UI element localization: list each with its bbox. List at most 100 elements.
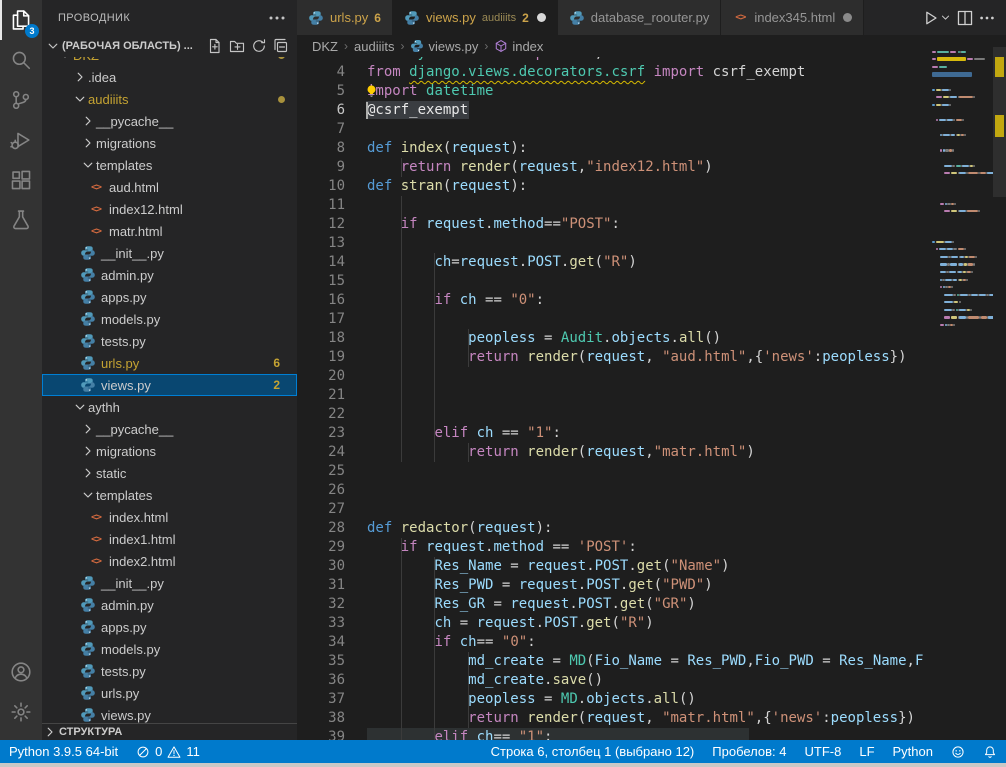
tree-item-index2.html[interactable]: <>index2.html: [42, 550, 297, 572]
tree-item-views.py[interactable]: views.py2: [42, 374, 297, 396]
outline-section-header[interactable]: СТРУКТУРА: [42, 723, 297, 740]
tree-item-__init__.py[interactable]: __init__.py: [42, 242, 297, 264]
code-line-20[interactable]: 20: [297, 367, 930, 386]
tree-item-DKZ[interactable]: DKZ: [42, 57, 297, 66]
activity-account[interactable]: [0, 652, 42, 692]
feedback-button[interactable]: [942, 740, 974, 763]
refresh-icon[interactable]: [251, 38, 267, 54]
code-line-19[interactable]: 19 return render(request, "aud.html",{'n…: [297, 348, 930, 367]
tree-item-migrations[interactable]: migrations: [42, 440, 297, 462]
tree-item-matr.html[interactable]: <>matr.html: [42, 220, 297, 242]
code-line-22[interactable]: 22: [297, 405, 930, 424]
dirty-indicator-icon[interactable]: [843, 13, 852, 22]
indentation[interactable]: Пробелов: 4: [703, 740, 795, 763]
tree-item-urls.py[interactable]: urls.py6: [42, 352, 297, 374]
split-editor-button[interactable]: [956, 9, 974, 27]
code-line-17[interactable]: 17: [297, 310, 930, 329]
activity-explorer[interactable]: 3: [0, 0, 42, 40]
code-line-30[interactable]: 30 Res_Name = request.POST.get("Name"): [297, 557, 930, 576]
tree-item-templates[interactable]: templates: [42, 154, 297, 176]
tab-database_roouter.py[interactable]: database_roouter.py: [558, 0, 722, 35]
tree-item-__init__.py[interactable]: __init__.py: [42, 572, 297, 594]
new-folder-icon[interactable]: [229, 38, 245, 54]
breadcrumb-item-audiiits[interactable]: audiiits: [354, 39, 394, 54]
tree-item-__pycache__[interactable]: __pycache__: [42, 418, 297, 440]
tree-item-urls.py[interactable]: urls.py: [42, 682, 297, 704]
code-line-27[interactable]: 27: [297, 500, 930, 519]
code-editor[interactable]: 3from aythh.models import MD,Audit4from …: [297, 57, 930, 740]
tree-item-index12.html[interactable]: <>index12.html: [42, 198, 297, 220]
code-line-38[interactable]: 38 return render(request, "matr.html",{'…: [297, 709, 930, 728]
code-line-9[interactable]: 9 return render(request,"index12.html"): [297, 158, 930, 177]
breadcrumb-item-index[interactable]: index: [494, 39, 543, 54]
collapse-all-icon[interactable]: [273, 38, 289, 54]
eol-selector[interactable]: LF: [850, 740, 883, 763]
new-file-icon[interactable]: [207, 38, 223, 54]
tab-urls.py[interactable]: urls.py6: [297, 0, 393, 35]
code-line-26[interactable]: 26: [297, 481, 930, 500]
activity-settings[interactable]: [0, 692, 42, 732]
tree-item-.idea[interactable]: .idea: [42, 66, 297, 88]
tree-item-__pycache__[interactable]: __pycache__: [42, 110, 297, 132]
tree-item-audiiits[interactable]: audiiits: [42, 88, 297, 110]
tree-item-models.py[interactable]: models.py: [42, 308, 297, 330]
cursor-position[interactable]: Строка 6, столбец 1 (выбрано 12): [482, 740, 704, 763]
code-line-24[interactable]: 24 return render(request,"matr.html"): [297, 443, 930, 462]
activity-extensions[interactable]: [0, 160, 42, 200]
code-line-16[interactable]: 16 if ch == "0":: [297, 291, 930, 310]
run-button[interactable]: [921, 9, 939, 27]
tree-item-tests.py[interactable]: tests.py: [42, 330, 297, 352]
python-interpreter[interactable]: Python 3.9.5 64-bit: [0, 740, 127, 763]
code-line-6[interactable]: 6@csrf_exempt: [297, 101, 930, 120]
dirty-indicator-icon[interactable]: [537, 13, 546, 22]
tree-item-index.html[interactable]: <>index.html: [42, 506, 297, 528]
tree-item-tests.py[interactable]: tests.py: [42, 660, 297, 682]
lightbulb-icon[interactable]: [364, 84, 379, 99]
tree-item-static[interactable]: static: [42, 462, 297, 484]
code-line-10[interactable]: 10def stran(request):: [297, 177, 930, 196]
tree-item-views.py[interactable]: views.py: [42, 704, 297, 723]
tree-item-apps.py[interactable]: apps.py: [42, 616, 297, 638]
tree-item-admin.py[interactable]: admin.py: [42, 264, 297, 286]
code-line-35[interactable]: 35 md_create = MD(Fio_Name = Res_PWD,Fio…: [297, 652, 930, 671]
code-line-13[interactable]: 13: [297, 234, 930, 253]
code-line-8[interactable]: 8def index(request):: [297, 139, 930, 158]
overview-ruler[interactable]: [993, 35, 1006, 740]
code-line-39[interactable]: 39 elif ch== "1":: [297, 728, 930, 740]
minimap[interactable]: [930, 48, 993, 688]
workspace-section-header[interactable]: (РАБОЧАЯ ОБЛАСТЬ) ...: [42, 35, 297, 57]
activity-search[interactable]: [0, 40, 42, 80]
code-line-11[interactable]: 11: [297, 196, 930, 215]
code-line-37[interactable]: 37 peopless = MD.objects.all(): [297, 690, 930, 709]
run-dropdown-button[interactable]: [939, 11, 952, 24]
code-line-5[interactable]: 5import datetime: [297, 82, 930, 101]
tree-item-index1.html[interactable]: <>index1.html: [42, 528, 297, 550]
tree-item-apps.py[interactable]: apps.py: [42, 286, 297, 308]
code-line-32[interactable]: 32 Res_GR = request.POST.get("GR"): [297, 595, 930, 614]
tree-item-admin.py[interactable]: admin.py: [42, 594, 297, 616]
tree-item-aud.html[interactable]: <>aud.html: [42, 176, 297, 198]
language-mode[interactable]: Python: [884, 740, 942, 763]
breadcrumb-item-DKZ[interactable]: DKZ: [312, 39, 338, 54]
tree-item-aythh[interactable]: aythh: [42, 396, 297, 418]
code-line-21[interactable]: 21: [297, 386, 930, 405]
notifications-button[interactable]: [974, 740, 1006, 763]
code-line-12[interactable]: 12 if request.method=="POST":: [297, 215, 930, 234]
activity-testing[interactable]: [0, 200, 42, 240]
tree-item-migrations[interactable]: migrations: [42, 132, 297, 154]
code-line-23[interactable]: 23 elif ch == "1":: [297, 424, 930, 443]
code-line-4[interactable]: 4from django.views.decorators.csrf impor…: [297, 63, 930, 82]
code-line-7[interactable]: 7: [297, 120, 930, 139]
tree-item-models.py[interactable]: models.py: [42, 638, 297, 660]
code-line-25[interactable]: 25: [297, 462, 930, 481]
code-line-14[interactable]: 14 ch=request.POST.get("R"): [297, 253, 930, 272]
code-line-28[interactable]: 28def redactor(request):: [297, 519, 930, 538]
code-line-36[interactable]: 36 md_create.save(): [297, 671, 930, 690]
tree-item-templates[interactable]: templates: [42, 484, 297, 506]
code-line-29[interactable]: 29 if request.method == 'POST':: [297, 538, 930, 557]
breadcrumb-item-views.py[interactable]: views.py: [410, 39, 478, 54]
code-line-33[interactable]: 33 ch = request.POST.get("R"): [297, 614, 930, 633]
encoding[interactable]: UTF-8: [796, 740, 851, 763]
problems-status[interactable]: 011: [127, 740, 209, 763]
activity-source-control[interactable]: [0, 80, 42, 120]
